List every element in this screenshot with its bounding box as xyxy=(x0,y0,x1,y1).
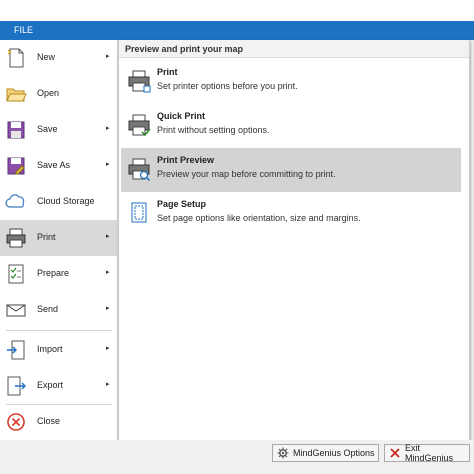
send-mail-icon xyxy=(5,299,27,321)
submenu-item-title: Quick Print xyxy=(157,111,206,121)
chevron-right-icon: ▸ xyxy=(106,233,110,240)
chevron-right-icon: ▸ xyxy=(106,381,110,388)
quick-print-icon xyxy=(126,112,152,138)
submenu-header-label: Preview and print your map xyxy=(125,44,244,54)
title-strip xyxy=(0,0,474,22)
menu-item-new[interactable]: New ▸ xyxy=(0,40,118,76)
submenu-item-quick-print[interactable]: Quick Print Print without setting option… xyxy=(121,104,461,148)
menu-item-label: Prepare xyxy=(37,268,70,278)
menu-item-save[interactable]: Save ▸ xyxy=(0,112,118,148)
submenu-item-title: Page Setup xyxy=(157,199,207,209)
menu-item-label: Cloud Storage xyxy=(37,196,95,206)
chevron-right-icon: ▸ xyxy=(106,269,110,276)
menu-item-save-as[interactable]: Save As ▸ xyxy=(0,148,118,184)
submenu-item-desc: Set printer options before you print. xyxy=(157,81,298,91)
chevron-right-icon: ▸ xyxy=(106,53,110,60)
submenu-item-desc: Print without setting options. xyxy=(157,125,270,135)
menu-item-send[interactable]: Send ▸ xyxy=(0,292,118,328)
menu-item-label: New xyxy=(37,52,56,62)
close-circle-icon xyxy=(5,411,27,433)
chevron-right-icon: ▸ xyxy=(106,345,110,352)
submenu-item-desc: Preview your map before committing to pr… xyxy=(157,169,336,179)
submenu-item-print-preview[interactable]: Print Preview Preview your map before co… xyxy=(121,148,461,192)
file-menu: New ▸ Open Save ▸ Save As ▸ Cloud Storag… xyxy=(0,40,118,440)
submenu-item-print[interactable]: Print Set printer options before you pri… xyxy=(121,60,461,104)
submenu-item-desc: Set page options like orientation, size … xyxy=(157,213,361,223)
import-icon xyxy=(5,339,27,361)
new-document-icon xyxy=(5,47,27,69)
printer-icon xyxy=(126,68,152,94)
menu-item-open[interactable]: Open xyxy=(0,76,118,112)
menu-item-print[interactable]: Print ▸ xyxy=(0,220,118,256)
folder-open-icon xyxy=(5,83,27,105)
submenu-item-title: Print xyxy=(157,67,178,77)
menu-item-close[interactable]: Close xyxy=(0,404,118,440)
print-submenu: Preview and print your map Print Set pri… xyxy=(118,40,470,440)
backstage-footer: MindGenius Options Exit MindGenius xyxy=(0,440,474,474)
menu-item-prepare[interactable]: Prepare ▸ xyxy=(0,256,118,292)
print-preview-icon xyxy=(126,156,152,182)
export-icon xyxy=(5,375,27,397)
menu-item-label: Open xyxy=(37,88,60,98)
menu-item-label: Send xyxy=(37,304,59,314)
menu-item-label: Import xyxy=(37,344,63,354)
save-as-icon xyxy=(5,155,27,177)
file-tab[interactable]: FILE xyxy=(0,21,474,40)
menu-item-cloud-storage[interactable]: Cloud Storage xyxy=(0,184,118,220)
exit-mindgenius-button[interactable]: Exit MindGenius xyxy=(384,443,470,463)
close-x-icon xyxy=(389,447,401,459)
cloud-icon xyxy=(5,191,27,213)
menu-separator xyxy=(6,330,112,331)
prepare-checklist-icon xyxy=(5,263,27,285)
chevron-right-icon: ▸ xyxy=(106,161,110,168)
printer-icon xyxy=(5,227,27,249)
page-setup-icon xyxy=(126,200,152,226)
menu-item-import[interactable]: Import ▸ xyxy=(0,332,118,368)
submenu-item-title: Print Preview xyxy=(157,155,215,165)
menu-item-label: Close xyxy=(37,416,61,426)
menu-item-export[interactable]: Export ▸ xyxy=(0,368,118,404)
gear-icon xyxy=(277,447,289,459)
menu-item-label: Save xyxy=(37,124,58,134)
menu-item-label: Print xyxy=(37,232,56,242)
submenu-header: Preview and print your map xyxy=(119,40,469,58)
mindgenius-options-button[interactable]: MindGenius Options xyxy=(272,444,379,462)
menu-item-label: Save As xyxy=(37,160,71,170)
file-tab-label: FILE xyxy=(14,25,34,35)
chevron-right-icon: ▸ xyxy=(106,125,110,132)
exit-button-label: Exit MindGenius xyxy=(405,443,454,463)
save-disk-icon xyxy=(5,119,27,141)
menu-item-label: Export xyxy=(37,380,64,390)
options-button-label: MindGenius Options xyxy=(293,448,375,458)
submenu-item-page-setup[interactable]: Page Setup Set page options like orienta… xyxy=(121,192,461,236)
chevron-right-icon: ▸ xyxy=(106,305,110,312)
